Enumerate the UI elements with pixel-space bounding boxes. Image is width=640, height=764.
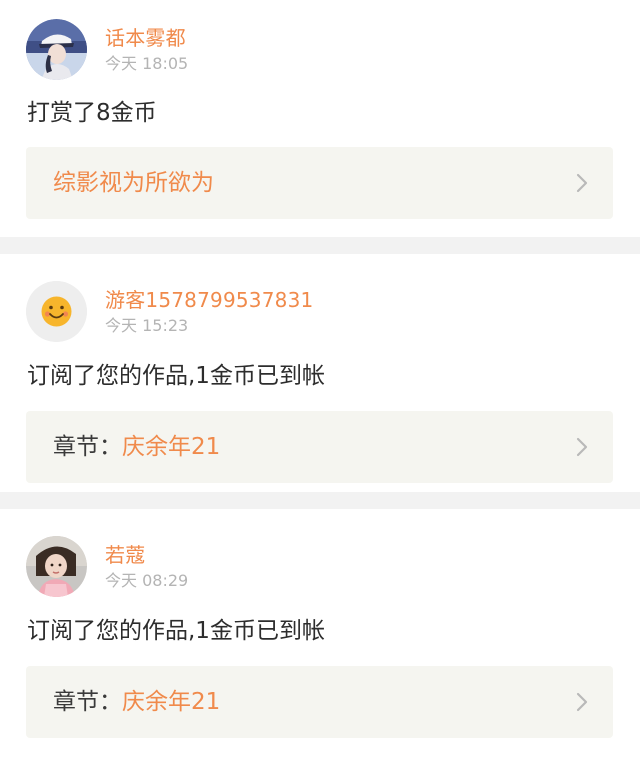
chevron-right-icon [576, 692, 588, 712]
link-prefix: 章节： [53, 434, 122, 460]
username[interactable]: 若蔻 [105, 542, 188, 568]
link-text: 章节：庆余年21 [53, 432, 220, 462]
notification-header: 若蔻 今天 08:29 [26, 535, 188, 597]
notification-item: 话本雾都 今天 18:05 打赏了8金币 综影视为所欲为 [0, 0, 640, 237]
username[interactable]: 话本雾都 [105, 25, 188, 51]
chapter-title: 庆余年21 [122, 434, 221, 460]
user-avatar-photo-icon [26, 18, 87, 80]
chevron-right-icon [576, 173, 588, 193]
user-meta: 话本雾都 今天 18:05 [105, 19, 188, 80]
avatar[interactable] [26, 280, 87, 342]
section-divider [0, 237, 640, 254]
timestamp: 今天 08:29 [105, 570, 189, 590]
username[interactable]: 游客1578799537831 [105, 287, 313, 313]
link-text: 综影视为所欲为 [53, 168, 214, 198]
notification-item: 若蔻 今天 08:29 订阅了您的作品,1金币已到帐 章节：庆余年21 [0, 509, 640, 747]
chapter-link-button[interactable]: 章节：庆余年21 [26, 411, 613, 483]
chevron-right-icon [576, 437, 588, 457]
notification-header: 游客1578799537831 今天 15:23 [26, 280, 313, 342]
link-prefix: 章节： [53, 689, 122, 715]
user-meta: 游客1578799537831 今天 15:23 [105, 281, 313, 342]
notification-feed: 话本雾都 今天 18:05 打赏了8金币 综影视为所欲为 游客157879953… [0, 0, 640, 747]
notification-item: 游客1578799537831 今天 15:23 订阅了您的作品,1金币已到帐 … [0, 254, 640, 492]
chapter-title: 庆余年21 [122, 689, 221, 715]
work-link-button[interactable]: 综影视为所欲为 [26, 147, 613, 219]
notification-message: 订阅了您的作品,1金币已到帐 [27, 363, 325, 389]
chapter-link-button[interactable]: 章节：庆余年21 [26, 666, 613, 738]
timestamp: 今天 18:05 [105, 53, 189, 73]
work-title: 综影视为所欲为 [53, 170, 214, 196]
notification-header: 话本雾都 今天 18:05 [26, 18, 188, 80]
section-divider [0, 492, 640, 509]
link-text: 章节：庆余年21 [53, 687, 220, 717]
notification-message: 订阅了您的作品,1金币已到帐 [27, 618, 325, 644]
user-meta: 若蔻 今天 08:29 [105, 536, 188, 597]
notification-message: 打赏了8金币 [27, 100, 157, 126]
smiley-face-icon [26, 280, 87, 342]
avatar[interactable] [26, 18, 87, 80]
timestamp: 今天 15:23 [105, 315, 189, 335]
user-avatar-photo-icon [26, 535, 87, 597]
avatar[interactable] [26, 535, 87, 597]
